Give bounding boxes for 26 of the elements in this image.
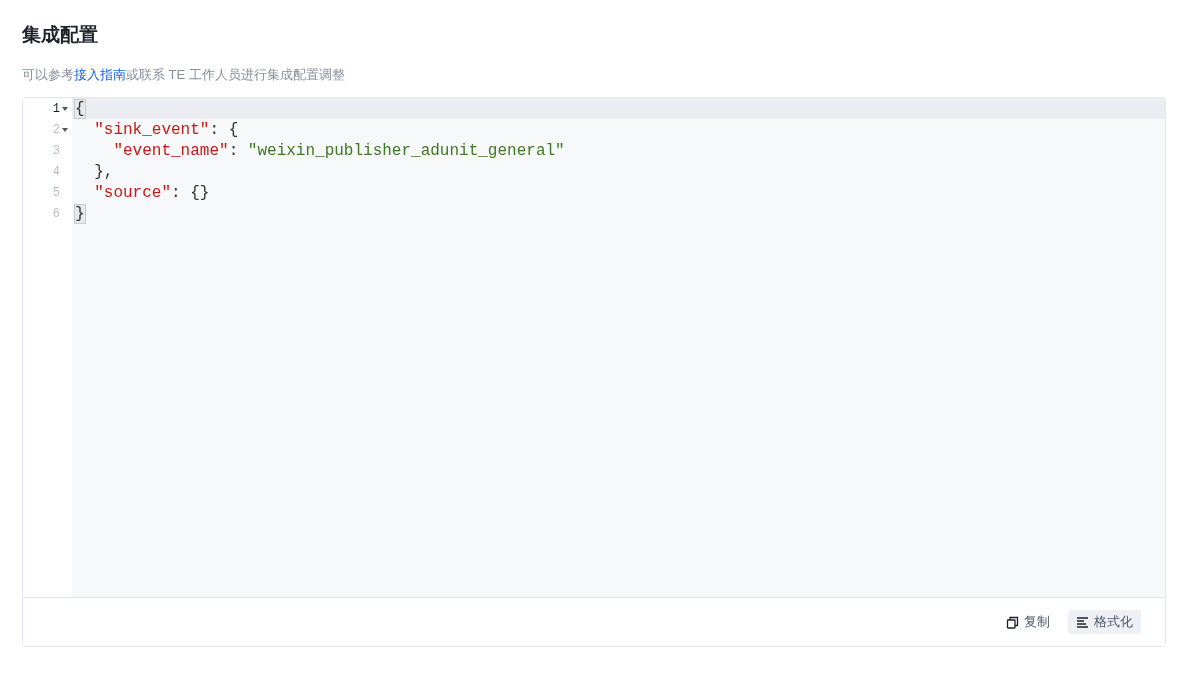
fold-caret-icon[interactable] — [62, 106, 68, 111]
code-token: { — [75, 99, 85, 118]
code-token: }, — [93, 162, 114, 181]
format-button[interactable]: 格式化 — [1068, 610, 1141, 634]
align-left-icon — [1076, 615, 1089, 629]
code-editor[interactable]: 1 2 3 4 5 6 { "sink_event": { "event_name": "weixin_publisher_adunit_general" }, "source": {} } 复制 格式化 — [22, 97, 1166, 647]
code-token: "source" — [93, 183, 171, 202]
code-token: "event_name" — [112, 141, 229, 160]
line-number: 6 — [52, 206, 60, 221]
code-token: "weixin_publisher_adunit_general" — [247, 141, 565, 160]
description-text: 可以参考接入指南或联系 TE 工作人员进行集成配置调整 — [22, 66, 346, 84]
page-title: 集成配置 — [22, 23, 99, 47]
code-token: : {} — [171, 183, 210, 202]
line-number: 4 — [52, 164, 60, 179]
code-token: "sink_event" — [93, 120, 210, 139]
line-number: 1 — [52, 101, 60, 116]
guide-link[interactable]: 接入指南 — [74, 67, 126, 82]
code-token: : — [228, 141, 240, 160]
copy-button[interactable]: 复制 — [998, 610, 1058, 634]
line-number: 2 — [52, 122, 60, 137]
code-token: } — [75, 204, 85, 223]
copy-icon — [1006, 615, 1019, 629]
line-number: 3 — [52, 143, 60, 158]
line-number: 5 — [52, 185, 60, 200]
fold-caret-icon[interactable] — [62, 127, 68, 132]
code-token: : { — [209, 120, 239, 139]
